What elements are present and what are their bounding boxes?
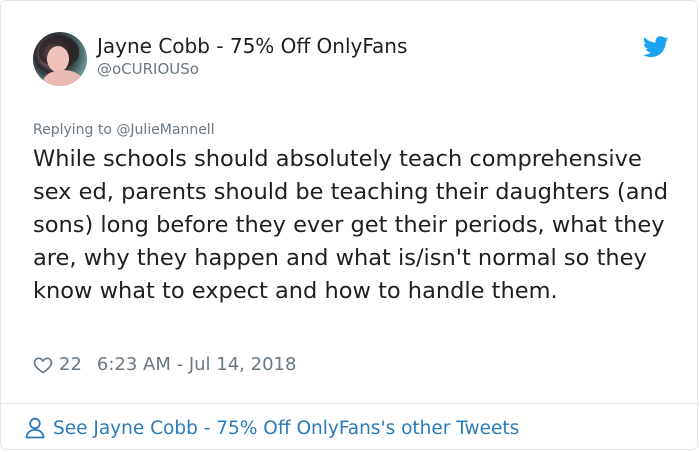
- see-other-tweets-label[interactable]: See Jayne Cobb - 75% Off OnlyFans's othe…: [53, 418, 519, 439]
- avatar-face: [47, 46, 69, 72]
- twitter-bird-icon[interactable]: [643, 36, 669, 58]
- like-count[interactable]: 22: [59, 353, 82, 377]
- divider: [1, 403, 699, 404]
- avatar[interactable]: [33, 32, 87, 86]
- author-handle[interactable]: @oCURIOUSo: [97, 60, 199, 78]
- reply-context: Replying to @JulieMannell: [33, 121, 215, 139]
- tweet-text: While schools should absolutely teach co…: [33, 146, 669, 304]
- person-icon: [25, 417, 45, 439]
- tweet-meta: 22 6:23 AM - Jul 14, 2018: [33, 353, 296, 377]
- reply-mention-link[interactable]: @JulieMannell: [116, 122, 214, 138]
- see-other-tweets-link[interactable]: See Jayne Cobb - 75% Off OnlyFans's othe…: [25, 415, 519, 441]
- heart-icon[interactable]: [33, 355, 53, 375]
- avatar-shoulder: [43, 70, 83, 86]
- reply-prefix: Replying to: [33, 122, 117, 138]
- tweet-card: Jayne Cobb - 75% Off OnlyFans @oCURIOUSo…: [0, 0, 699, 450]
- author-display-name[interactable]: Jayne Cobb - 75% Off OnlyFans: [97, 34, 407, 58]
- tweet-timestamp[interactable]: 6:23 AM - Jul 14, 2018: [97, 353, 297, 377]
